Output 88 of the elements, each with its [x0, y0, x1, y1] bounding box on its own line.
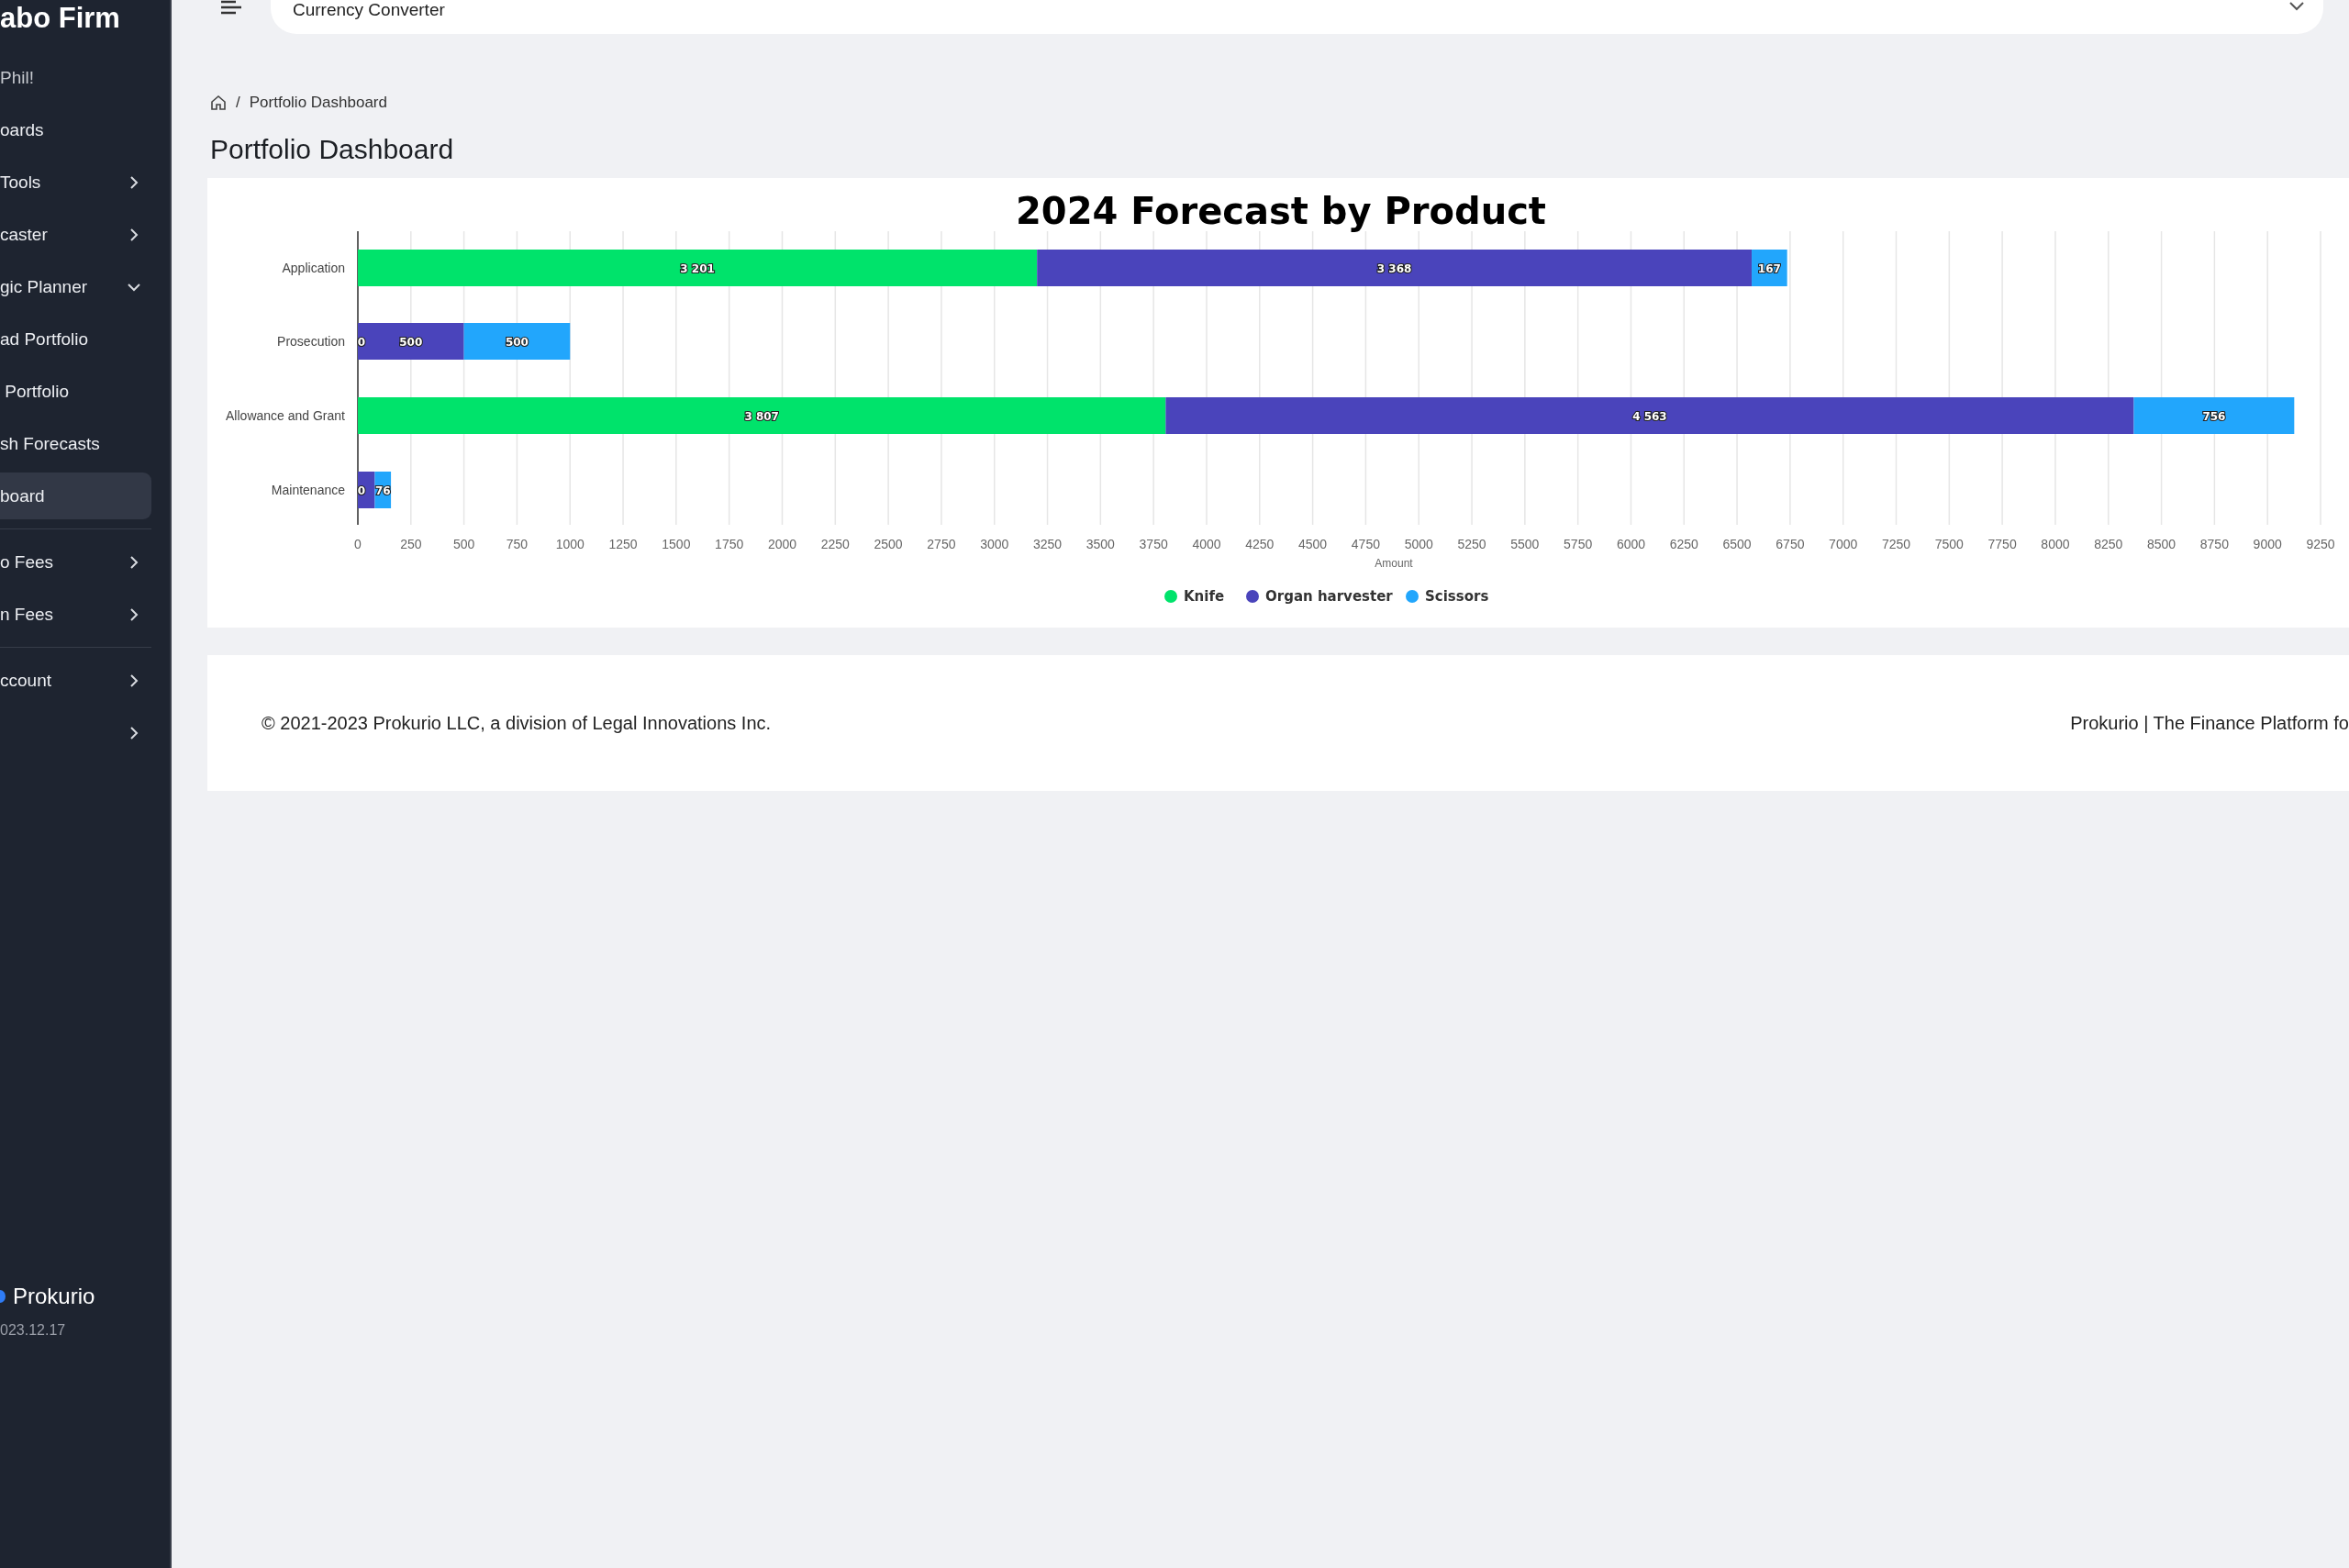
axis-tick-label: 5250 — [1457, 537, 1486, 551]
currency-converter-select[interactable]: Currency Converter — [271, 0, 2323, 34]
sidebar-item[interactable]: board — [0, 473, 151, 519]
category-label: Application — [282, 261, 345, 275]
axis-tick-label: 2250 — [820, 537, 850, 551]
bar-value-label: 3 368 — [1376, 262, 1412, 275]
sidebar-item[interactable]: ad Portfolio — [0, 316, 151, 362]
sidebar-item[interactable]: n Fees — [0, 591, 151, 638]
category-label: Allowance and Grant — [226, 408, 345, 423]
axis-tick-label: 9000 — [2253, 537, 2282, 551]
axis-tick-label: 750 — [506, 537, 529, 551]
axis-tick-label: 5750 — [1564, 537, 1593, 551]
axis-tick-label: 4500 — [1298, 537, 1328, 551]
bar-value-label: 3 201 — [680, 262, 715, 275]
breadcrumb-separator: / — [236, 94, 240, 112]
axis-tick-label: 250 — [400, 537, 422, 551]
axis-tick-label: 2750 — [927, 537, 956, 551]
sidebar-item[interactable]: oards — [0, 106, 151, 153]
breadcrumb-link[interactable]: Portfolio Dashboard — [249, 94, 387, 112]
axis-tick-label: 5000 — [1404, 537, 1433, 551]
axis-tick-label: 8500 — [2147, 537, 2176, 551]
sidebar-item[interactable]: caster — [0, 211, 151, 258]
axis-tick-label: 1000 — [555, 537, 584, 551]
axis-tick-label: 3000 — [980, 537, 1009, 551]
axis-tick-label: 9250 — [2306, 537, 2335, 551]
axis-tick-label: 1250 — [608, 537, 638, 551]
bar-value-label: 500 — [399, 336, 423, 349]
axis-tick-label: 4750 — [1351, 537, 1380, 551]
legend-label[interactable]: Scissors — [1425, 588, 1489, 605]
axis-tick-label: 7000 — [1829, 537, 1858, 551]
axis-tick-label: 7250 — [1881, 537, 1911, 551]
bar-value-label: 4 563 — [1632, 410, 1667, 423]
bar-segment — [358, 472, 375, 508]
axis-tick-label: 5500 — [1510, 537, 1540, 551]
sidebar-item[interactable]: Tools — [0, 159, 151, 206]
sidebar-item[interactable]: Portfolio — [0, 368, 151, 415]
axis-tick-label: 4250 — [1245, 537, 1275, 551]
category-label: Maintenance — [271, 483, 345, 497]
footer-tagline: Prokurio | The Finance Platform fo — [2070, 712, 2349, 734]
legend-label[interactable]: Organ harvester — [1265, 588, 1393, 605]
bar-value-label: 500 — [505, 336, 529, 349]
axis-tick-label: 2500 — [874, 537, 903, 551]
axis-tick-label: 500 — [452, 537, 475, 551]
sidebar-item[interactable]: ccount — [0, 657, 151, 704]
axis-tick-label: 6500 — [1722, 537, 1752, 551]
axis-tick-label: 3750 — [1139, 537, 1168, 551]
legend-dot — [1164, 590, 1177, 603]
logo-icon — [0, 1290, 6, 1303]
chart-title: 2024 Forecast by Product — [1016, 190, 1546, 232]
axis-tick-label: 0 — [354, 537, 362, 551]
legend-dot — [1246, 590, 1259, 603]
menu-icon[interactable] — [219, 0, 243, 15]
axis-tick-label: 8250 — [2094, 537, 2123, 551]
brand-name: Prokurio — [13, 1284, 95, 1309]
bar-value-label: 76 — [374, 484, 391, 497]
sidebar-item[interactable]: o Fees — [0, 539, 151, 585]
axis-tick-label: 7750 — [1987, 537, 2017, 551]
sidebar-item[interactable]: sh Forecasts — [0, 420, 151, 467]
axis-tick-label: 8000 — [2041, 537, 2070, 551]
bar-value-label: 0 — [357, 336, 366, 349]
axis-tick-label: 1750 — [715, 537, 744, 551]
axis-tick-label: 8750 — [2199, 537, 2229, 551]
bar-value-label: 3 807 — [744, 410, 779, 423]
axis-tick-label: 2000 — [767, 537, 797, 551]
home-icon[interactable] — [210, 95, 227, 111]
bar-segment — [374, 472, 392, 508]
axis-title: Amount — [1375, 557, 1413, 570]
bar-value-label: 167 — [1757, 262, 1781, 275]
chevron-down-icon — [2288, 2, 2305, 11]
bar-value-label: 0 — [357, 484, 366, 497]
axis-tick-label: 3500 — [1085, 537, 1115, 551]
legend-label[interactable]: Knife — [1184, 588, 1225, 605]
sidebar-item[interactable]: gic Planner — [0, 263, 151, 310]
axis-tick-label: 6000 — [1616, 537, 1646, 551]
legend-dot — [1406, 590, 1419, 603]
axis-tick-label: 1500 — [662, 537, 691, 551]
page-title: Portfolio Dashboard — [210, 134, 455, 165]
axis-tick-label: 6250 — [1669, 537, 1698, 551]
category-label: Prosecution — [277, 334, 345, 349]
axis-tick-label: 4000 — [1192, 537, 1221, 551]
axis-tick-label: 6750 — [1776, 537, 1805, 551]
copyright-text: © 2021-2023 Prokurio LLC, a division of Legal Innovations Inc. — [262, 712, 772, 734]
bar-value-label: 756 — [2202, 410, 2226, 423]
greeting-text: Phil! — [0, 67, 35, 89]
axis-tick-label: 3250 — [1032, 537, 1063, 551]
axis-tick-label: 7500 — [1934, 537, 1964, 551]
version-text: 023.12.17 — [0, 1322, 67, 1339]
firm-name: abo Firm — [0, 1, 121, 36]
